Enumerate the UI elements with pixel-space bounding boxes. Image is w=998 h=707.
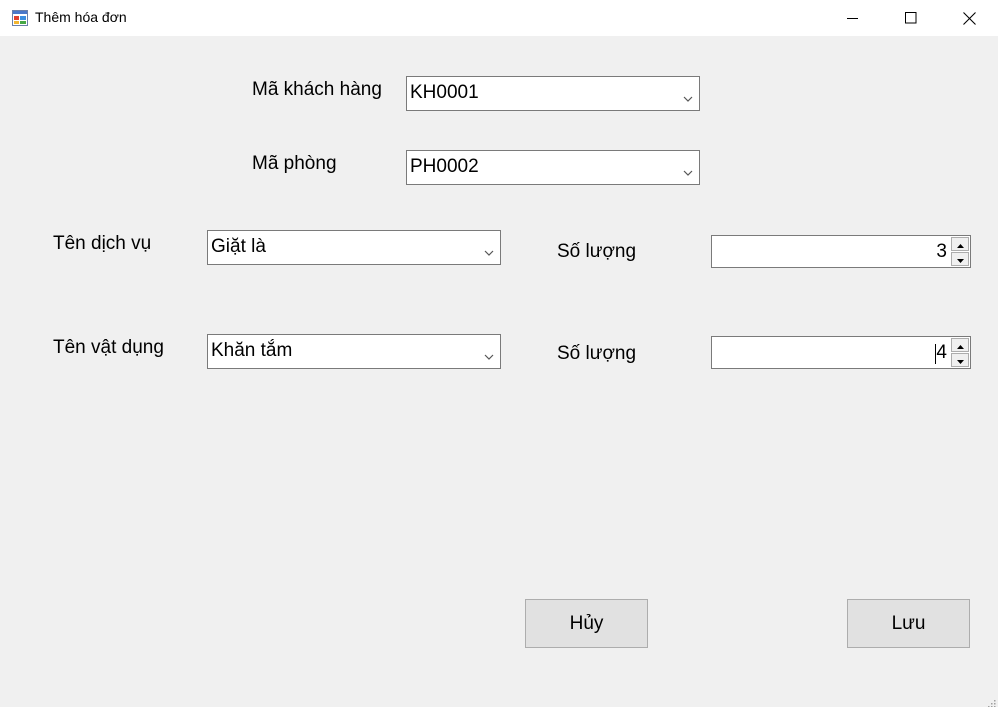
item-quantity-label: Số lượng: [557, 343, 637, 364]
chevron-down-icon[interactable]: [484, 348, 494, 360]
customer-id-value: KH0001: [410, 82, 479, 103]
spin-up-button[interactable]: [951, 338, 969, 352]
title-bar[interactable]: Thêm hóa đơn: [0, 0, 998, 36]
chevron-down-icon[interactable]: [484, 244, 494, 256]
windows-form-icon: [12, 10, 28, 26]
cancel-button[interactable]: Hủy: [525, 599, 648, 648]
resize-grip-icon[interactable]: [986, 695, 996, 707]
item-name-combobox[interactable]: Khăn tắm: [207, 334, 501, 369]
minimize-button[interactable]: [824, 0, 882, 36]
item-quantity-value: 4: [936, 342, 947, 363]
save-button[interactable]: Lưu: [847, 599, 970, 648]
caret-down-icon: [956, 250, 964, 268]
close-icon: [962, 11, 976, 25]
spin-up-button[interactable]: [951, 237, 969, 251]
service-quantity-spinner[interactable]: 3: [711, 235, 971, 268]
chevron-down-icon[interactable]: [683, 164, 693, 176]
room-id-combobox[interactable]: PH0002: [406, 150, 700, 185]
service-name-value: Giặt là: [211, 236, 266, 257]
service-quantity-value: 3: [936, 241, 947, 262]
item-name-value: Khăn tắm: [211, 340, 293, 361]
service-name-combobox[interactable]: Giặt là: [207, 230, 501, 265]
spin-down-button[interactable]: [951, 353, 969, 367]
spin-buttons: [951, 237, 969, 266]
customer-id-label: Mã khách hàng: [252, 79, 382, 100]
window-title: Thêm hóa đơn: [35, 9, 127, 25]
spin-down-button[interactable]: [951, 252, 969, 266]
maximize-icon: [905, 12, 917, 24]
item-name-label: Tên vật dụng: [53, 337, 164, 358]
room-id-value: PH0002: [410, 156, 479, 177]
maximize-button[interactable]: [882, 0, 940, 36]
caret-down-icon: [956, 351, 964, 369]
chevron-down-icon[interactable]: [683, 90, 693, 102]
minimize-icon: [847, 12, 859, 24]
service-name-label: Tên dịch vụ: [53, 233, 152, 254]
service-quantity-label: Số lượng: [557, 241, 637, 262]
close-button[interactable]: [940, 0, 998, 36]
room-id-label: Mã phòng: [252, 153, 337, 174]
spin-buttons: [951, 338, 969, 367]
item-quantity-spinner[interactable]: 4: [711, 336, 971, 369]
app-window: Thêm hóa đơn Mã khách hàng KH0001 Mã phò…: [0, 0, 998, 707]
customer-id-combobox[interactable]: KH0001: [406, 76, 700, 111]
